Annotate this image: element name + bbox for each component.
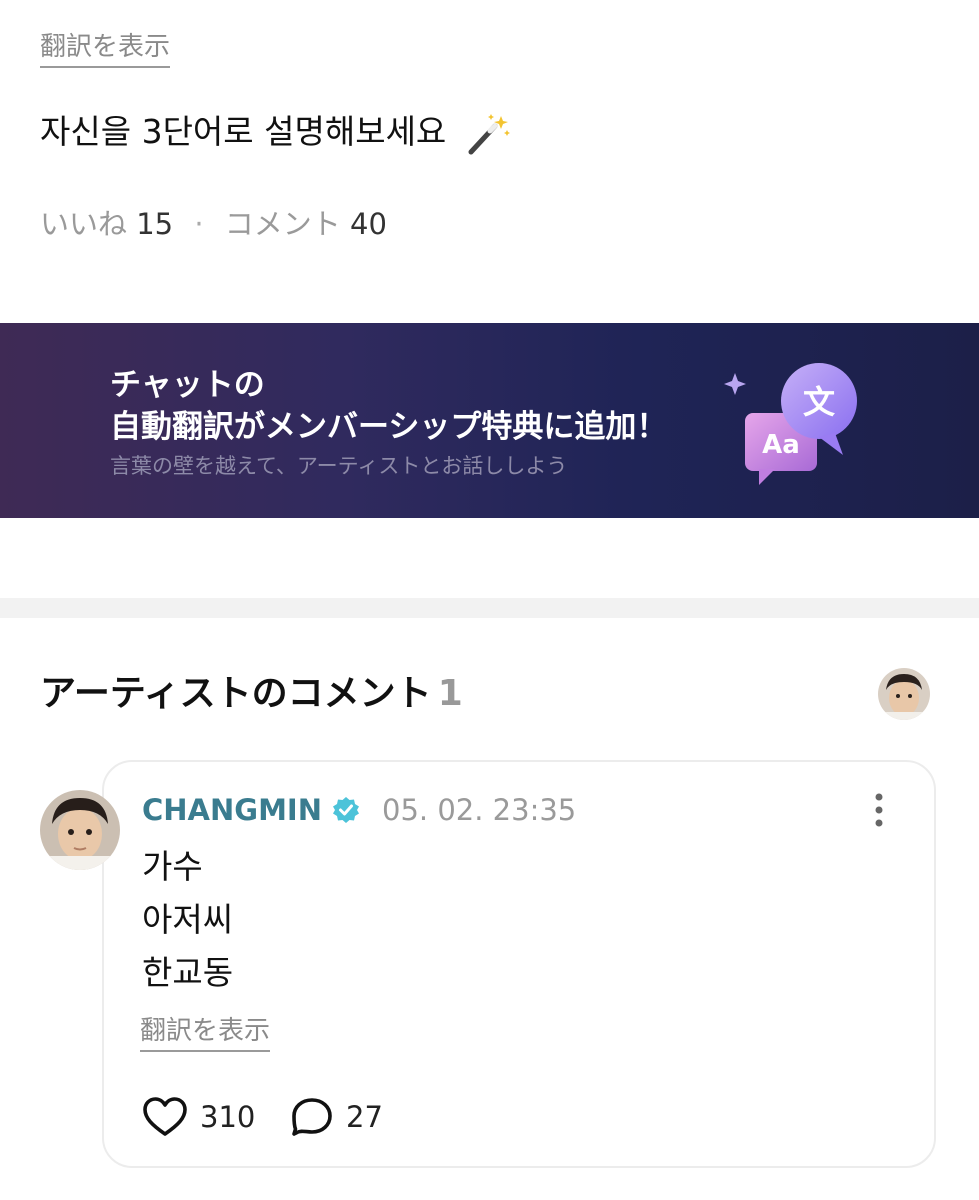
like-count: 310 [200, 1100, 256, 1134]
comments-count: 40 [350, 207, 387, 241]
comment-author-name[interactable]: CHANGMIN [142, 790, 322, 830]
comment-timestamp: 05. 02. 23:35 [382, 793, 577, 827]
likes-count: 15 [136, 207, 174, 241]
post-translate-link[interactable]: 翻訳を表示 [40, 30, 171, 68]
comment-translate-link[interactable]: 翻訳を表示 [140, 1014, 271, 1052]
post-text: 자신을 3단어로 설명해보세요 [40, 108, 511, 156]
verified-badge-icon [333, 797, 359, 823]
post-body: 자신을 3단어로 설명해보세요 [40, 112, 447, 151]
reply-count: 27 [346, 1100, 383, 1134]
comment-text-line: 한교동 [142, 953, 234, 992]
auto-translate-banner[interactable]: チャットの 自動翻訳がメンバーシップ特典に追加！ 言葉の壁を越えて、アーティスト… [0, 323, 979, 518]
heart-icon[interactable] [142, 1096, 188, 1138]
stats-separator: · [194, 207, 204, 241]
comments-label: コメント [224, 207, 341, 241]
comment-author-avatar[interactable] [40, 790, 120, 870]
post-stats: いいね 15 · コメント 40 [40, 204, 387, 244]
aa-badge: Aa [762, 430, 800, 460]
likes-label: いいね [40, 207, 128, 241]
banner-title-line-1: チャットの [110, 367, 265, 403]
artist-comments-label: アーティストのコメント [40, 673, 432, 714]
more-options-icon[interactable] [862, 790, 896, 830]
banner-title-line-2: 自動翻訳がメンバーシップ特典に追加！ [110, 409, 668, 445]
comment-text-line: 가수 [142, 847, 203, 886]
artist-comments-count: 1 [437, 673, 463, 714]
magic-wand-icon [468, 113, 510, 154]
comment-text-line: 아저씨 [142, 900, 234, 939]
bun-badge: 文 [803, 383, 835, 421]
reply-bubble-icon[interactable] [290, 1096, 334, 1138]
banner-subtitle: 言葉の壁を越えて、アーティストとお話ししよう [110, 454, 568, 478]
artist-comments-title: アーティストのコメント 1 [40, 670, 463, 718]
artist-avatar[interactable] [878, 668, 930, 720]
translate-bubbles-icon: Aa 文 [724, 363, 857, 485]
section-divider [0, 598, 979, 618]
